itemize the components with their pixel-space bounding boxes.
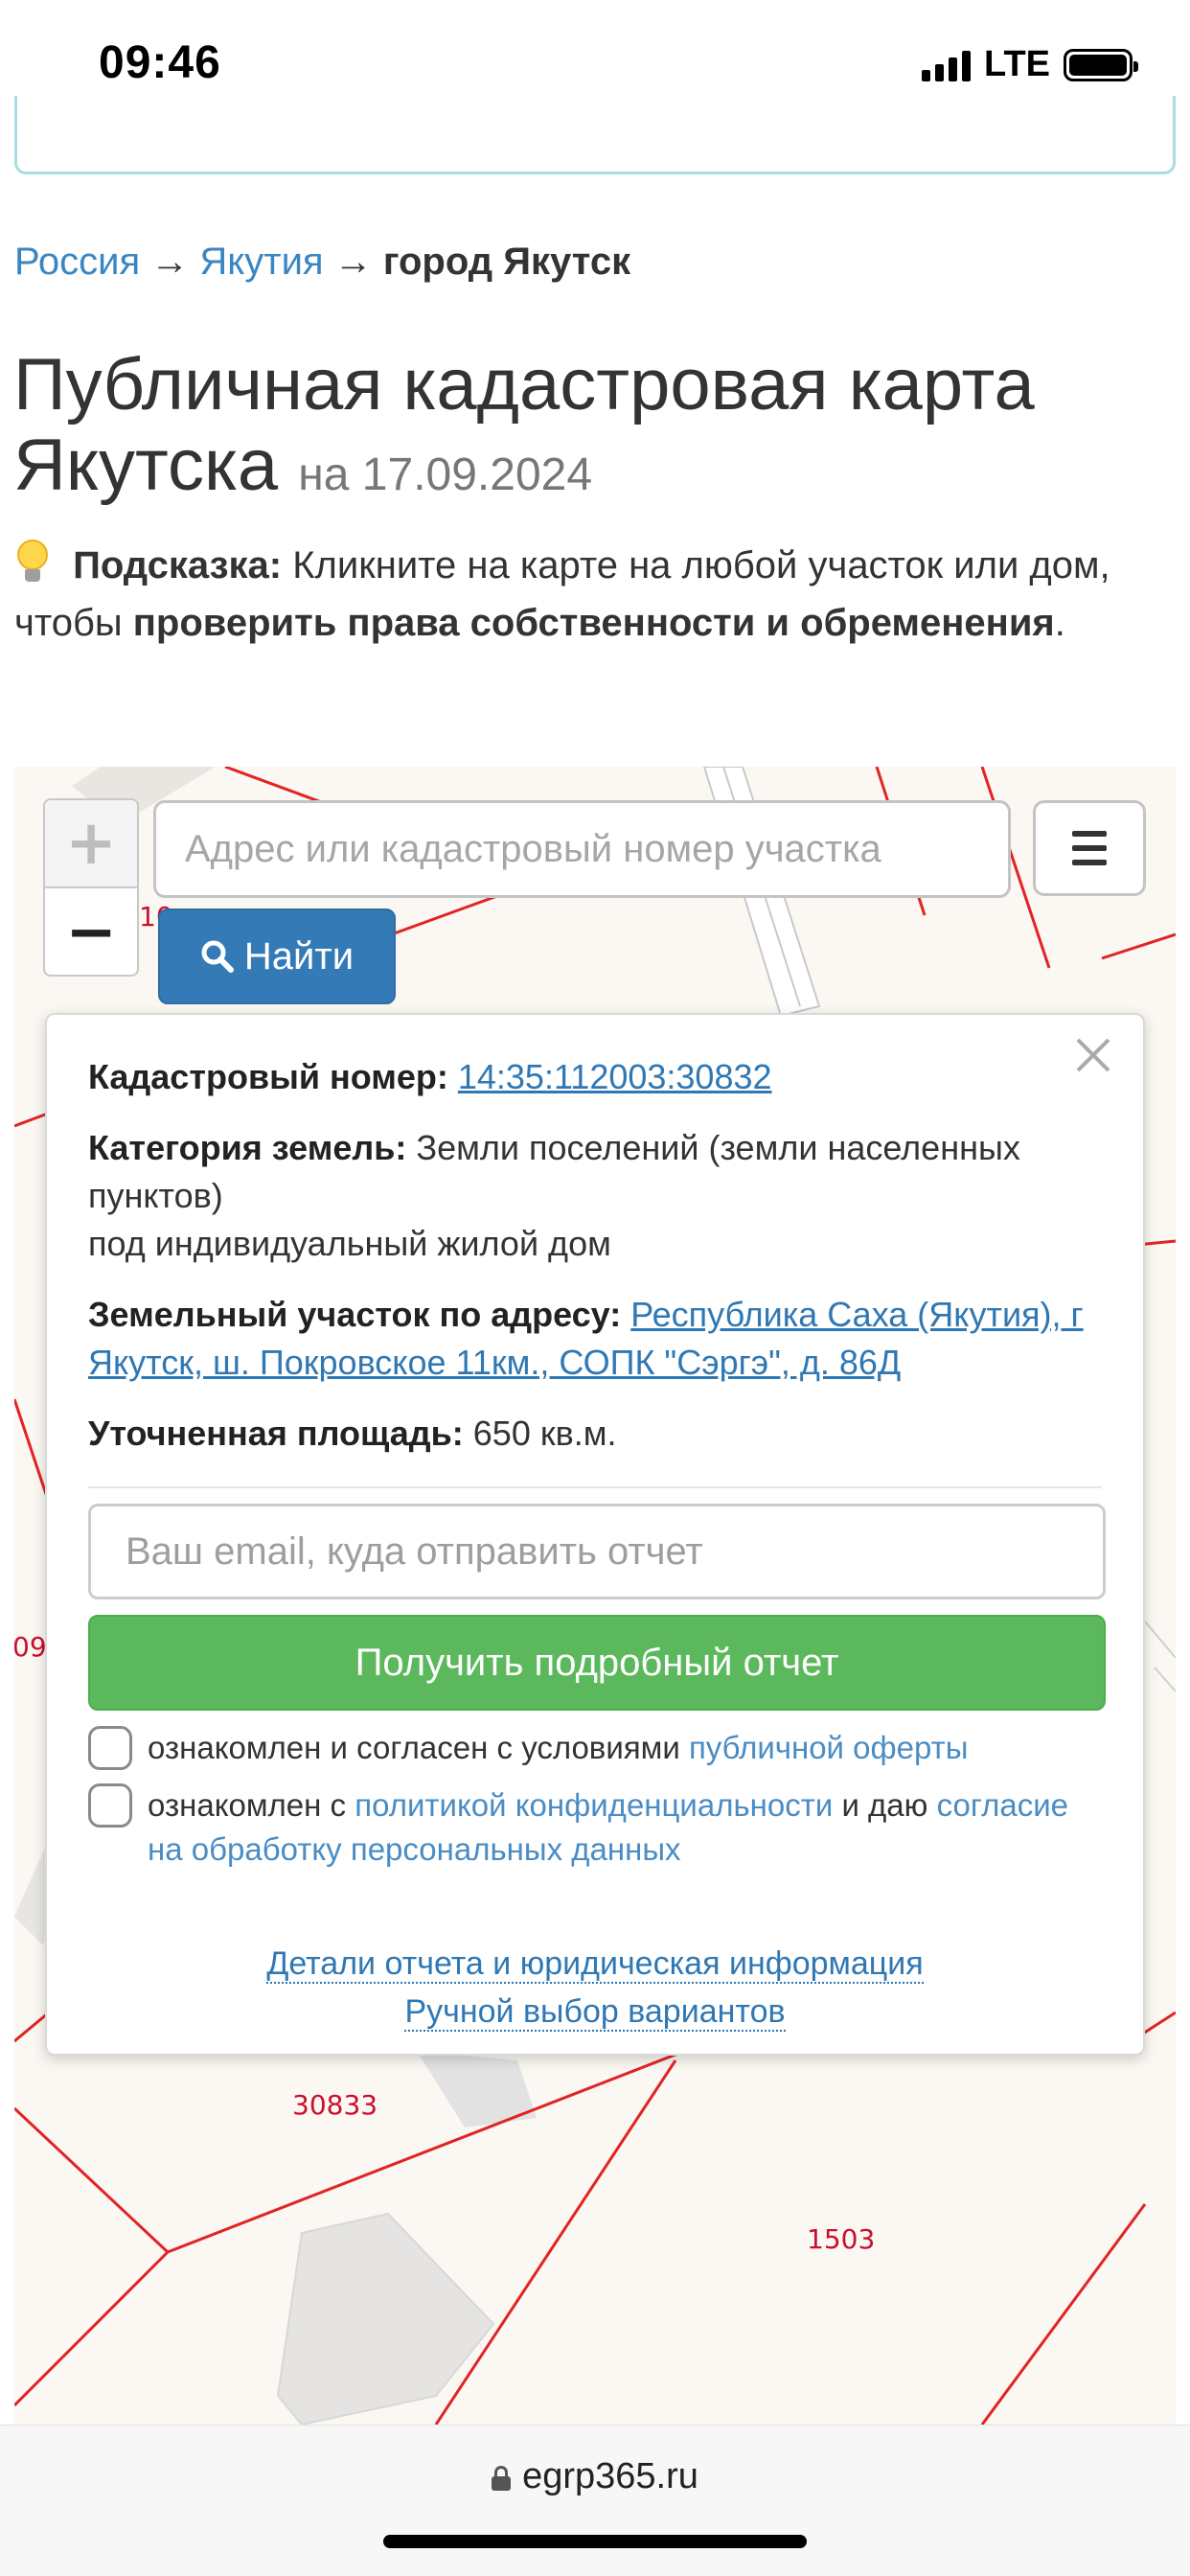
consent-privacy-mid: и даю bbox=[841, 1787, 928, 1823]
public-offer-link[interactable]: публичной оферты bbox=[689, 1730, 969, 1765]
breadcrumb-separator: → bbox=[333, 241, 373, 283]
area-row: Уточненная площадь: 650 кв.м. bbox=[88, 1410, 1102, 1458]
home-indicator[interactable] bbox=[383, 2535, 807, 2548]
zoom-out-button[interactable]: − bbox=[45, 888, 137, 975]
parcel-label: 09 bbox=[14, 1631, 47, 1663]
breadcrumb-current: город Якутск bbox=[382, 241, 631, 283]
parcel-label: 30833 bbox=[292, 2089, 378, 2121]
report-details-link[interactable]: Детали отчета и юридическая информация bbox=[266, 1945, 924, 1984]
url-display[interactable]: egrp365.ru bbox=[0, 2456, 1190, 2497]
consent-offer-text: ознакомлен и согласен с условиями bbox=[148, 1730, 680, 1765]
cadastral-number-link[interactable]: 14:35:112003:30832 bbox=[458, 1057, 772, 1096]
cadastral-number-row: Кадастровый номер: 14:35:112003:30832 bbox=[88, 1053, 1102, 1101]
breadcrumb: Россия → Якутия → город Якутск bbox=[14, 237, 630, 287]
battery-icon bbox=[1064, 48, 1138, 81]
network-type: LTE bbox=[984, 44, 1050, 84]
menu-button[interactable] bbox=[1033, 800, 1146, 896]
status-indicators: LTE bbox=[922, 44, 1138, 85]
close-button[interactable] bbox=[1064, 1026, 1122, 1084]
hint-bold: проверить права собственности и обремене… bbox=[132, 602, 1055, 644]
page-title: Публичная кадастровая карта Якутска на 1… bbox=[13, 345, 1182, 516]
land-usage: под индивидуальный жилой дом bbox=[88, 1224, 611, 1263]
get-report-button[interactable]: Получить подробный отчет bbox=[88, 1615, 1106, 1711]
find-button[interactable]: Найти bbox=[158, 908, 396, 1004]
lock-icon bbox=[492, 2466, 512, 2491]
status-time: 09:46 bbox=[99, 37, 221, 88]
hamburger-icon bbox=[1072, 831, 1107, 837]
land-category-label: Категория земель: bbox=[88, 1128, 407, 1167]
breadcrumb-region[interactable]: Якутия bbox=[199, 241, 323, 283]
parcel-info-popup: Кадастровый номер: 14:35:112003:30832 Ка… bbox=[45, 1013, 1145, 2056]
divider bbox=[88, 1486, 1102, 1488]
search-input[interactable] bbox=[153, 800, 1011, 898]
consent-offer-checkbox[interactable] bbox=[88, 1726, 132, 1770]
lightbulb-icon bbox=[14, 540, 51, 584]
top-partial-box bbox=[14, 96, 1176, 174]
consent-privacy-row: ознакомлен с политикой конфиденциальност… bbox=[88, 1783, 1102, 1872]
find-button-label: Найти bbox=[243, 934, 355, 978]
land-category-row: Категория земель: Земли поселений (земли… bbox=[88, 1124, 1102, 1268]
address-label: Земельный участок по адресу: bbox=[88, 1295, 622, 1334]
popup-footer-links: Детали отчета и юридическая информация Р… bbox=[47, 1940, 1143, 2036]
address-row: Земельный участок по адресу: Республика … bbox=[88, 1291, 1102, 1387]
area-value: 650 кв.м. bbox=[472, 1414, 617, 1453]
email-input[interactable] bbox=[88, 1504, 1106, 1599]
page-title-date: на 17.09.2024 bbox=[298, 449, 593, 500]
consent-privacy-checkbox[interactable] bbox=[88, 1783, 132, 1828]
zoom-in-button[interactable]: + bbox=[45, 800, 137, 888]
consent-offer-row: ознакомлен и согласен с условиями публич… bbox=[88, 1726, 1102, 1770]
breadcrumb-country[interactable]: Россия bbox=[14, 241, 140, 283]
hint-label: Подсказка: bbox=[73, 544, 283, 586]
zoom-controls: + − bbox=[43, 798, 139, 977]
hint: Подсказка: Кликните на карте на любой уч… bbox=[14, 537, 1176, 652]
manual-selection-link[interactable]: Ручной выбор вариантов bbox=[404, 1993, 786, 2032]
url-text: egrp365.ru bbox=[522, 2456, 698, 2496]
cadastral-number-label: Кадастровый номер: bbox=[88, 1057, 448, 1096]
signal-icon bbox=[922, 49, 972, 81]
close-icon bbox=[1076, 1038, 1110, 1072]
area-label: Уточненная площадь: bbox=[88, 1414, 464, 1453]
hint-end: . bbox=[1054, 602, 1065, 644]
privacy-policy-link[interactable]: политикой конфиденциальности bbox=[355, 1787, 833, 1823]
search-icon bbox=[201, 940, 234, 973]
browser-address-bar[interactable]: egrp365.ru bbox=[0, 2425, 1190, 2576]
parcel-label: 1503 bbox=[807, 2223, 876, 2255]
breadcrumb-separator: → bbox=[150, 241, 190, 283]
consent-privacy-text: ознакомлен с bbox=[148, 1787, 347, 1823]
